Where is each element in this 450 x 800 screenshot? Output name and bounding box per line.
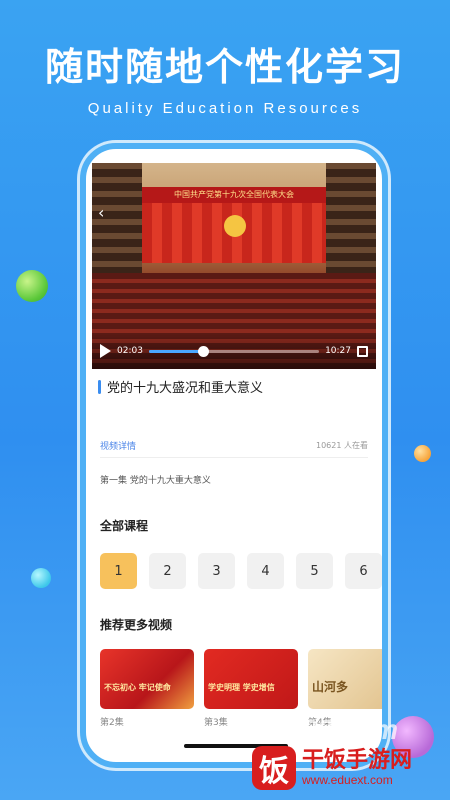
title-accent-bar — [98, 379, 101, 394]
video-detail-link[interactable]: 视频详情 — [100, 439, 136, 452]
current-time: 02:03 — [117, 346, 143, 356]
recommend-thumbnail[interactable]: 山河多 — [308, 649, 382, 709]
episode-button[interactable]: 4 — [247, 553, 284, 589]
recommend-thumbnail[interactable]: 不忘初心 牢记使命 — [100, 649, 194, 709]
decorative-green-ball — [16, 270, 48, 302]
phone-mockup: 中国共产党第十九次全国代表大会 ‹ 02:03 10:27 党的十九大盛况和重大… — [80, 143, 388, 768]
episode-button[interactable]: 6 — [345, 553, 382, 589]
total-time: 10:27 — [325, 346, 351, 356]
episode-button[interactable]: 1 — [100, 553, 137, 589]
recommend-label: 第2集 — [100, 718, 124, 728]
video-controls: 02:03 10:27 — [92, 333, 376, 369]
video-stage-banner: 中国共产党第十九次全国代表大会 — [142, 187, 326, 203]
party-emblem-icon — [224, 215, 246, 237]
back-arrow-icon[interactable]: ‹ — [98, 203, 104, 222]
watermark: 饭 干饭手游网 www.eduext.com — [252, 742, 412, 794]
recommend-thumbnail[interactable]: 学史明理 学史增信 — [204, 649, 298, 709]
thumbnail-caption: 学史明理 学史增信 — [208, 683, 275, 692]
video-player[interactable]: 中国共产党第十九次全国代表大会 ‹ 02:03 10:27 — [92, 163, 376, 369]
thumbnail-caption: 不忘初心 牢记使命 — [104, 683, 171, 692]
episode-list: 123456 — [100, 553, 382, 589]
watermark-text: 干饭手游网 www.eduext.com — [302, 748, 413, 788]
all-courses-title: 全部课程 — [100, 519, 149, 533]
divider — [100, 457, 368, 458]
play-icon[interactable] — [100, 344, 111, 358]
episode-button[interactable]: 3 — [198, 553, 235, 589]
recommend-title: 推荐更多视频 — [100, 618, 173, 632]
decorative-orange-ball — [414, 445, 431, 462]
episode-button[interactable]: 5 — [296, 553, 333, 589]
decorative-teal-ball — [31, 568, 51, 588]
watermark-site: 干饭手游网 — [302, 748, 413, 773]
watermark-logo: 饭 — [252, 746, 296, 790]
progress-fill — [148, 349, 204, 353]
recommend-item[interactable]: 学史明理 学史增信 第3集 — [204, 649, 298, 728]
episode-description: 第一集 党的十九大重大意义 — [100, 476, 211, 486]
viewer-count: 10621 人在看 — [316, 441, 368, 450]
course-title-row: 党的十九大盛况和重大意义 — [98, 377, 263, 396]
promo-subheadline: Quality Education Resources — [87, 100, 363, 117]
fullscreen-icon[interactable] — [357, 345, 368, 357]
detail-row: 视频详情 10621 人在看 — [100, 439, 368, 452]
course-title: 党的十九大盛况和重大意义 — [107, 381, 264, 396]
watermark-url: www.eduext.com — [302, 773, 393, 787]
recommend-label: 第3集 — [204, 718, 228, 728]
progress-knob[interactable] — [198, 345, 210, 357]
episode-button[interactable]: 2 — [149, 553, 186, 589]
progress-bar[interactable] — [148, 345, 320, 357]
thumbnail-caption: 山河多 — [312, 680, 349, 694]
recommend-item[interactable]: 不忘初心 牢记使命 第2集 — [100, 649, 194, 728]
promo-headline: 随时随地个性化学习 — [44, 45, 405, 89]
